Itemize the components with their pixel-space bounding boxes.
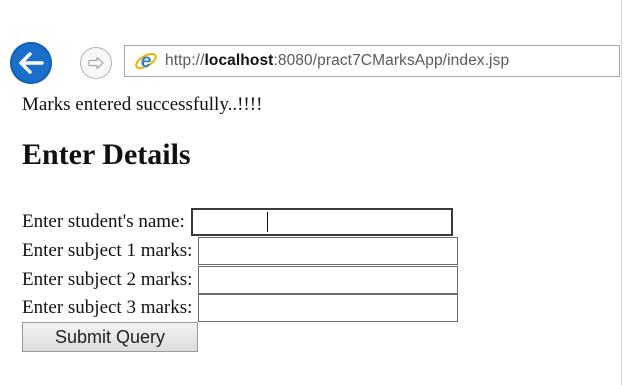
form-row-subject-2: Enter subject 2 marks: [22, 265, 459, 295]
forward-button[interactable] [80, 47, 112, 79]
form-row-subject-3: Enter subject 3 marks: [22, 293, 459, 323]
success-message: Marks entered successfully..!!!! [22, 94, 263, 115]
subject-1-marks-input[interactable] [198, 237, 459, 265]
browser-nav-bar: e http://localhost:8080/pract7CMarksApp/… [0, 40, 626, 86]
subject-3-marks-input[interactable] [198, 294, 459, 322]
url-prefix: http:// [165, 52, 205, 69]
submit-query-button[interactable]: Submit Query [22, 322, 198, 352]
back-button[interactable] [10, 42, 52, 84]
form-row-student-name: Enter student's name: [22, 207, 453, 237]
text-caret [267, 212, 268, 232]
student-name-input[interactable] [190, 208, 453, 236]
back-arrow-icon [19, 52, 44, 74]
address-bar[interactable]: e http://localhost:8080/pract7CMarksApp/… [124, 45, 620, 77]
url-path: :8080/pract7CMarksApp/index.jsp [273, 52, 510, 69]
internet-explorer-icon: e [133, 48, 159, 74]
subject-1-label: Enter subject 1 marks: [22, 240, 193, 261]
subject-2-marks-input[interactable] [198, 266, 459, 294]
url-host: localhost [204, 52, 274, 69]
subject-2-label: Enter subject 2 marks: [22, 269, 193, 290]
page-heading: Enter Details [22, 138, 191, 171]
form-row-subject-1: Enter subject 1 marks: [22, 236, 459, 266]
subject-3-label: Enter subject 3 marks: [22, 297, 193, 318]
svg-text:e: e [141, 51, 152, 72]
address-url: http://localhost:8080/pract7CMarksApp/in… [165, 52, 509, 70]
student-name-label: Enter student's name: [22, 211, 185, 232]
forward-arrow-icon [88, 56, 104, 70]
